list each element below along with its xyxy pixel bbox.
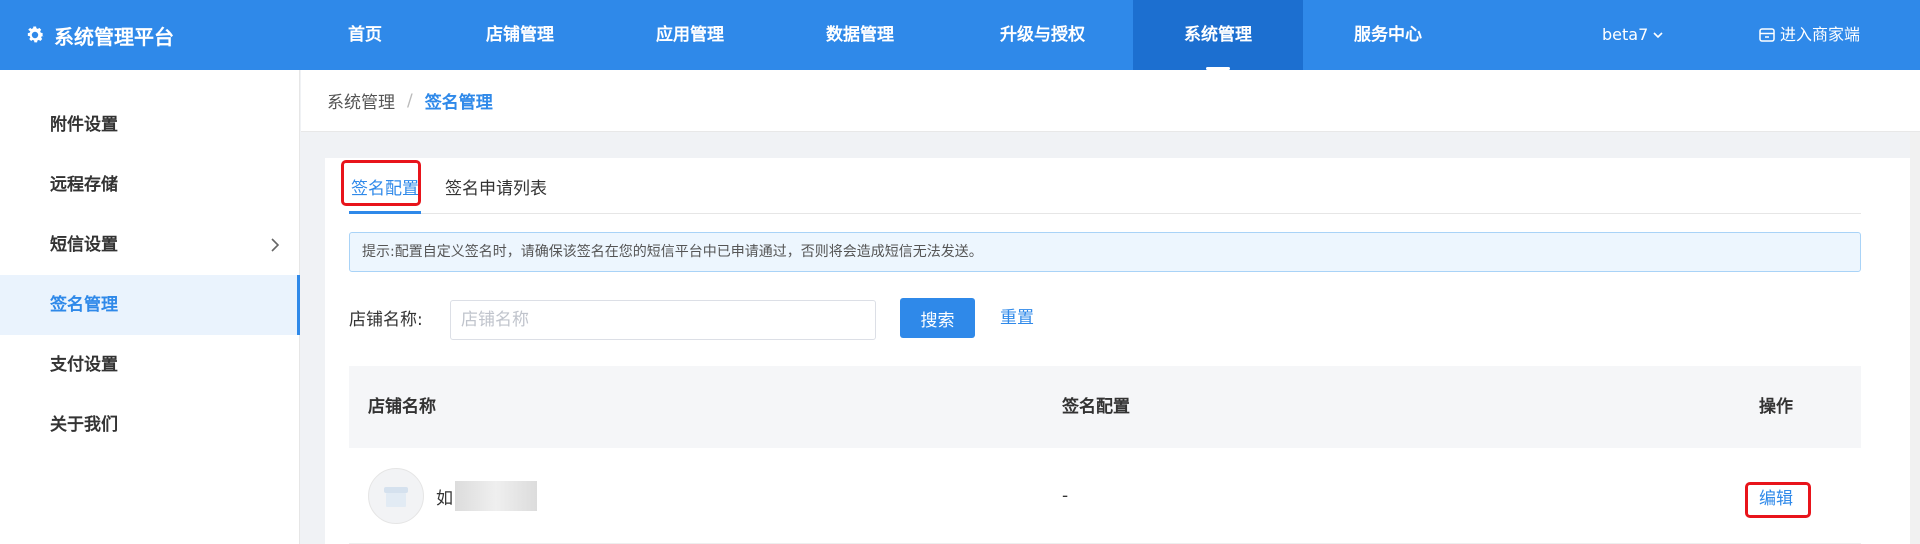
highlight-box-tab <box>341 160 421 206</box>
sidebar-item-label: 附件设置 <box>50 115 118 135</box>
version-dropdown[interactable]: beta7 <box>1602 0 1664 70</box>
signature-cell: - <box>1062 486 1069 506</box>
sidebar-item-label: 关于我们 <box>50 415 118 435</box>
nav-item-upgrade[interactable]: 升级与授权 <box>980 0 1105 70</box>
gear-icon <box>27 26 44 43</box>
sidebar-item-about[interactable]: 关于我们 <box>0 395 300 455</box>
sidebar-item-label: 签名管理 <box>50 295 118 315</box>
chevron-down-icon <box>1653 32 1663 39</box>
sidebar: 附件设置 远程存储 短信设置 签名管理 支付设置 关于我们 <box>0 70 300 544</box>
reset-button[interactable]: 重置 <box>1000 298 1034 338</box>
sidebar-item-sms[interactable]: 短信设置 <box>0 215 300 275</box>
sidebar-item-label: 远程存储 <box>50 175 118 195</box>
store-table: 店铺名称 签名配置 操作 如 - 编辑 <box>349 366 1861 544</box>
store-cell: 如 <box>368 448 537 544</box>
sidebar-item-remote-storage[interactable]: 远程存储 <box>0 155 300 215</box>
nav-item-data[interactable]: 数据管理 <box>810 0 910 70</box>
store-icon <box>384 487 408 507</box>
column-header-actions: 操作 <box>1759 397 1793 417</box>
notice-banner: 提示:配置自定义签名时，请确保该签名在您的短信平台中已申请通过，否则将会造成短信… <box>349 232 1861 272</box>
sidebar-item-label: 短信设置 <box>50 235 118 255</box>
content-card: 签名配置 签名申请列表 提示:配置自定义签名时，请确保该签名在您的短信平台中已申… <box>325 158 1910 544</box>
nav-item-home[interactable]: 首页 <box>320 0 410 70</box>
vertical-scrollbar[interactable] <box>1910 132 1920 544</box>
breadcrumb-separator: / <box>407 90 413 111</box>
chevron-right-icon <box>271 238 280 252</box>
table-header: 店铺名称 签名配置 操作 <box>349 366 1861 448</box>
nav-item-service[interactable]: 服务中心 <box>1338 0 1438 70</box>
nav-item-apps[interactable]: 应用管理 <box>640 0 740 70</box>
table-row: 如 - 编辑 <box>349 448 1861 544</box>
store-icon <box>1759 28 1775 42</box>
breadcrumb: 系统管理 / 签名管理 <box>301 70 1920 132</box>
merchant-entry-label: 进入商家端 <box>1780 25 1861 44</box>
sidebar-item-attachments[interactable]: 附件设置 <box>0 95 300 155</box>
store-name-label: 店铺名称: <box>349 310 423 330</box>
search-button[interactable]: 搜索 <box>900 298 975 338</box>
breadcrumb-current: 签名管理 <box>424 93 493 113</box>
sidebar-item-payment[interactable]: 支付设置 <box>0 335 300 395</box>
column-header-signature: 签名配置 <box>1062 397 1130 417</box>
tab-bar: 签名配置 签名申请列表 <box>349 158 1861 214</box>
store-name-input[interactable] <box>450 300 876 340</box>
store-name: 如 <box>436 488 453 509</box>
top-nav-bar: 系统管理平台 首页 店铺管理 应用管理 数据管理 升级与授权 系统管理 服务中心… <box>0 0 1920 70</box>
redacted-text <box>455 481 537 511</box>
tab-label: 签名申请列表 <box>445 179 547 199</box>
tab-signature-applications[interactable]: 签名申请列表 <box>445 174 565 214</box>
nav-item-system[interactable]: 系统管理 <box>1133 0 1303 70</box>
highlight-box-edit <box>1745 482 1811 518</box>
store-avatar <box>368 468 424 524</box>
brand-title: 系统管理平台 <box>54 24 174 49</box>
merchant-entry-link[interactable]: 进入商家端 <box>1758 0 1860 70</box>
sidebar-item-label: 支付设置 <box>50 355 118 375</box>
sidebar-item-signature[interactable]: 签名管理 <box>0 275 300 335</box>
column-header-store-name: 店铺名称 <box>368 397 436 417</box>
tab-active-indicator <box>349 211 421 214</box>
nav-item-stores[interactable]: 店铺管理 <box>470 0 570 70</box>
breadcrumb-root[interactable]: 系统管理 <box>327 88 395 113</box>
brand[interactable]: 系统管理平台 <box>24 0 174 70</box>
version-label: beta7 <box>1602 25 1649 44</box>
